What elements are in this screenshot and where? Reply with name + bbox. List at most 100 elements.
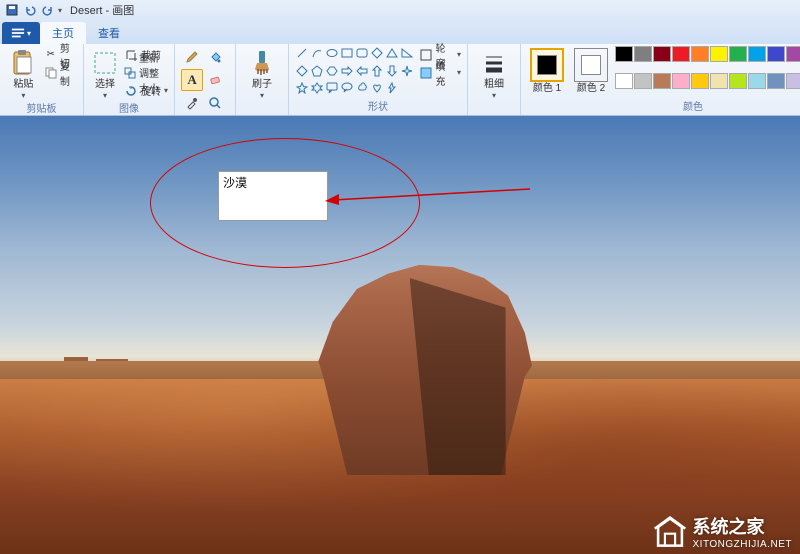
palette-swatch[interactable] (672, 46, 690, 62)
shape-triangle[interactable] (385, 46, 399, 60)
rotate-label: 旋转 (141, 83, 161, 98)
shape-callout-cloud[interactable] (355, 81, 369, 95)
magnifier-tool[interactable] (204, 92, 226, 114)
copy-button[interactable]: 复制 (45, 64, 77, 81)
group-colors-label: 颜色 (527, 98, 800, 115)
shape-star4[interactable] (400, 64, 414, 78)
chevron-down-icon: ▾ (260, 91, 264, 100)
shape-arrow-l[interactable] (355, 64, 369, 78)
shape-arrow-d[interactable] (385, 64, 399, 78)
palette-swatch[interactable] (729, 73, 747, 89)
annotation-text: 沙漠 (223, 176, 247, 190)
brush-icon (247, 48, 277, 78)
shape-rect[interactable] (340, 46, 354, 60)
group-shapes: 轮廓▾ 填充▾ 形状 (289, 44, 468, 115)
pencil-tool[interactable] (181, 46, 203, 68)
shape-polygon[interactable] (370, 46, 384, 60)
shape-lightning[interactable] (385, 81, 399, 95)
shape-callout-oval[interactable] (340, 81, 354, 95)
palette-swatch[interactable] (786, 46, 800, 62)
eraser-tool[interactable] (204, 69, 226, 91)
quick-access-toolbar: ▾ (4, 2, 62, 18)
select-label: 选择 (95, 79, 115, 90)
palette-swatch[interactable] (767, 73, 785, 89)
select-icon (90, 48, 120, 78)
watermark: 系统之家 XITONGZHIJIA.NET (653, 513, 793, 550)
copy-icon (45, 66, 57, 80)
picker-tool[interactable] (181, 92, 203, 114)
outline-icon (420, 48, 433, 62)
shape-oval[interactable] (325, 46, 339, 60)
chevron-down-icon: ▾ (21, 91, 25, 100)
palette-swatch[interactable] (710, 46, 728, 62)
palette-swatch[interactable] (748, 73, 766, 89)
palette-swatch[interactable] (767, 46, 785, 62)
shape-hexagon[interactable] (325, 64, 339, 78)
palette-swatch[interactable] (615, 46, 633, 62)
scissors-icon: ✂ (45, 48, 57, 62)
shape-arrow-u[interactable] (370, 64, 384, 78)
palette-swatch[interactable] (653, 46, 671, 62)
titlebar: ▾ Desert - 画图 (0, 0, 800, 20)
paste-icon (8, 48, 38, 78)
select-button[interactable]: 选择 ▾ (90, 46, 120, 100)
palette-swatch[interactable] (748, 46, 766, 62)
palette-swatch[interactable] (786, 73, 800, 89)
crop-icon (124, 48, 138, 62)
annotation-textbox[interactable]: 沙漠 (218, 171, 328, 221)
annotation-arrow (325, 186, 535, 206)
text-tool[interactable]: A (181, 69, 203, 91)
group-brushes: 刷子 ▾ (236, 44, 289, 115)
shape-star6[interactable] (310, 81, 324, 95)
shape-pentagon[interactable] (310, 64, 324, 78)
redo-icon[interactable] (40, 2, 56, 18)
undo-icon[interactable] (22, 2, 38, 18)
palette-swatch[interactable] (634, 73, 652, 89)
color-palette (615, 46, 800, 98)
canvas[interactable]: 沙漠 系统之家 XITONGZHIJIA.NET (0, 116, 800, 554)
shape-curve[interactable] (310, 46, 324, 60)
paste-button[interactable]: 粘贴 ▾ (6, 46, 41, 100)
ribbon-tabs: ▾ 主页 查看 (0, 20, 800, 44)
resize-icon (124, 66, 136, 80)
size-icon (479, 48, 509, 78)
palette-swatch[interactable] (710, 73, 728, 89)
chevron-down-icon: ▾ (492, 91, 496, 100)
shape-diamond[interactable] (295, 64, 309, 78)
save-icon[interactable] (4, 2, 20, 18)
watermark-name: 系统之家 (693, 517, 765, 537)
tab-view[interactable]: 查看 (86, 22, 132, 44)
shape-star5[interactable] (295, 81, 309, 95)
file-menu-button[interactable]: ▾ (2, 22, 40, 44)
window-title: Desert - 画图 (70, 2, 134, 18)
ribbon: 粘贴 ▾ ✂剪切 复制 剪贴板 选择 ▾ 裁剪 重新调整大小 旋转▾ 图像 (0, 44, 800, 116)
resize-button[interactable]: 重新调整大小 (124, 64, 168, 81)
group-colors: 颜色 1 颜色 2 编辑颜色 颜色 (521, 44, 800, 115)
shape-line[interactable] (295, 46, 309, 60)
palette-swatch[interactable] (691, 46, 709, 62)
size-button[interactable]: 粗细 ▾ (474, 46, 514, 102)
palette-swatch[interactable] (634, 46, 652, 62)
fill-button[interactable]: 填充▾ (420, 64, 461, 81)
palette-swatch[interactable] (615, 73, 633, 89)
shape-rtriangle[interactable] (400, 46, 414, 60)
palette-swatch[interactable] (729, 46, 747, 62)
shapes-gallery[interactable] (295, 46, 416, 98)
palette-swatch[interactable] (672, 73, 690, 89)
palette-swatch[interactable] (691, 73, 709, 89)
shape-arrow-r[interactable] (340, 64, 354, 78)
shape-heart[interactable] (370, 81, 384, 95)
fill-tool[interactable] (204, 46, 226, 68)
group-size: 粗细 ▾ (468, 44, 521, 115)
qat-dropdown-icon[interactable]: ▾ (58, 6, 62, 15)
group-tools: A 工具 (175, 44, 236, 115)
brushes-button[interactable]: 刷子 ▾ (242, 46, 282, 102)
rotate-button[interactable]: 旋转▾ (124, 82, 168, 99)
group-clipboard: 粘贴 ▾ ✂剪切 复制 剪贴板 (0, 44, 84, 115)
color1-button[interactable]: 颜色 1 (527, 46, 567, 98)
palette-swatch[interactable] (653, 73, 671, 89)
group-image-label: 图像 (90, 100, 168, 117)
color2-button[interactable]: 颜色 2 (571, 46, 611, 98)
shape-callout-rect[interactable] (325, 81, 339, 95)
shape-roundrect[interactable] (355, 46, 369, 60)
